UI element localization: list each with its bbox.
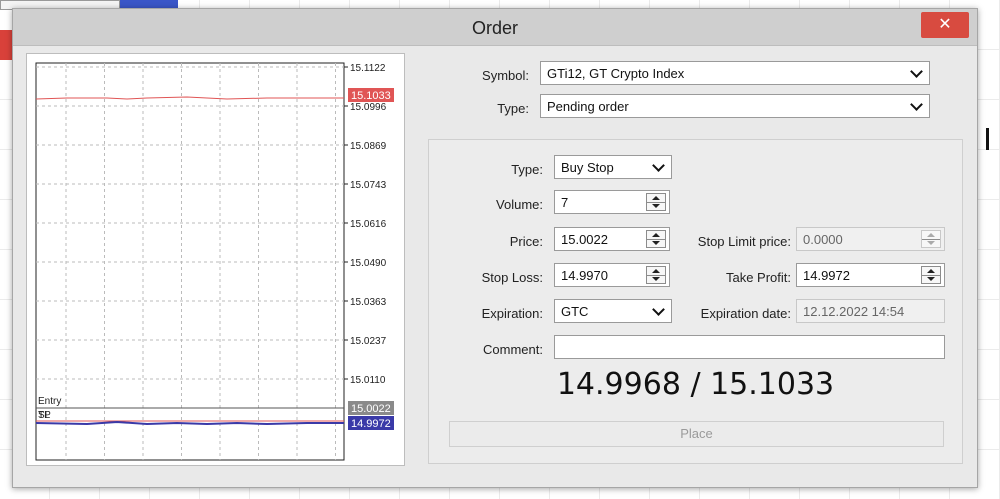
expiration-select[interactable]: GTC <box>554 299 672 323</box>
stop-limit-label: Stop Limit price: <box>697 234 791 249</box>
arrow-down-icon <box>927 277 935 281</box>
tick-chart-panel: 15.1122 15.0996 15.0869 15.0743 15.0616 15.04… <box>26 53 405 466</box>
price-axis-label: 15.0743 <box>350 180 387 191</box>
bid-ask-quote: 14.9968 / 15.1033 <box>556 367 835 402</box>
chart-plot-area <box>35 62 345 461</box>
arrow-up-icon <box>652 196 660 200</box>
price-axis-label: 15.1122 <box>350 63 386 74</box>
expiration-date-field: 12.12.2022 14:54 <box>796 299 945 323</box>
chevron-down-icon <box>910 65 923 78</box>
stop-limit-value: 0.0000 <box>803 232 843 247</box>
title-bar: Order ✕ <box>13 9 977 46</box>
stop-loss-stepper[interactable]: 14.9970 <box>554 263 670 287</box>
chevron-down-icon <box>910 98 923 111</box>
tp-price-tag: 14.9972 <box>351 418 391 430</box>
stop-loss-label: Stop Loss: <box>481 270 543 285</box>
take-profit-spinner[interactable] <box>921 266 941 284</box>
volume-stepper[interactable]: 7 <box>554 190 670 214</box>
volume-spinner[interactable] <box>646 193 666 211</box>
arrow-up-icon <box>927 269 935 273</box>
arrow-up-icon <box>927 233 935 237</box>
type-select[interactable]: Pending order <box>540 94 930 118</box>
price-axis-label: 15.0237 <box>350 336 387 347</box>
volume-value: 7 <box>561 195 569 210</box>
background-tab <box>120 0 178 8</box>
order-type-value: Buy Stop <box>561 160 614 175</box>
arrow-down-icon <box>652 204 660 208</box>
expiration-date-label: Expiration date: <box>700 306 791 321</box>
stop-limit-stepper: 0.0000 <box>796 227 945 251</box>
type-label: Type: <box>497 101 529 116</box>
price-spinner[interactable] <box>646 230 666 248</box>
price-label: Price: <box>509 234 543 249</box>
comment-input[interactable] <box>554 335 945 359</box>
take-profit-value: 14.9972 <box>803 268 850 283</box>
expiration-date-value: 12.12.2022 14:54 <box>803 304 905 319</box>
expiration-label: Expiration: <box>481 306 543 321</box>
close-button[interactable]: ✕ <box>921 12 969 38</box>
price-axis-label: 15.0490 <box>350 258 387 269</box>
ask-price-tag: 15.1033 <box>351 90 391 102</box>
stop-limit-spinner <box>921 230 941 248</box>
type-value: Pending order <box>547 99 629 114</box>
arrow-down-icon <box>927 241 935 245</box>
stop-loss-value: 14.9970 <box>561 268 608 283</box>
order-type-select[interactable]: Buy Stop <box>554 155 672 179</box>
price-stepper[interactable]: 15.0022 <box>554 227 670 251</box>
entry-price-tag: 15.0022 <box>351 403 391 415</box>
price-axis-label: 15.0869 <box>350 141 387 152</box>
arrow-up-icon <box>652 233 660 237</box>
tick-chart: 15.1122 15.0996 15.0869 15.0743 15.0616 15.04… <box>35 62 394 461</box>
arrow-up-icon <box>652 269 660 273</box>
price-value: 15.0022 <box>561 232 608 247</box>
arrow-down-icon <box>652 241 660 245</box>
background-candle <box>986 128 989 150</box>
chevron-down-icon <box>652 303 665 316</box>
symbol-value: GTi12, GT Crypto Index <box>547 66 685 81</box>
volume-label: Volume: <box>496 197 543 212</box>
price-axis-ticks <box>344 66 348 380</box>
expiration-value: GTC <box>561 304 589 319</box>
close-icon: ✕ <box>938 16 952 33</box>
take-profit-stepper[interactable]: 14.9972 <box>796 263 945 287</box>
order-type-label: Type: <box>511 162 543 177</box>
take-profit-label: Take Profit: <box>725 270 791 285</box>
symbol-select[interactable]: GTi12, GT Crypto Index <box>540 61 930 85</box>
price-axis-label: 15.0996 <box>350 102 387 113</box>
chevron-down-icon <box>652 159 665 172</box>
dialog-title: Order <box>471 18 518 38</box>
price-axis-label: 15.0616 <box>350 219 387 230</box>
arrow-down-icon <box>652 277 660 281</box>
price-axis-labels: 15.1122 15.0996 15.0869 15.0743 15.0616 15.04… <box>350 63 387 386</box>
comment-label: Comment: <box>483 342 543 357</box>
stop-loss-spinner[interactable] <box>646 266 666 284</box>
tp-label: TP <box>38 410 51 421</box>
price-axis-label: 15.0110 <box>350 375 386 386</box>
place-button[interactable]: Place <box>449 421 944 447</box>
price-axis-label: 15.0363 <box>350 297 387 308</box>
entry-label: Entry <box>38 396 61 407</box>
symbol-label: Symbol: <box>482 68 529 83</box>
order-dialog: Order ✕ 15.1122 15.0996 15.0869 15.0743 15.0… <box>12 8 978 488</box>
